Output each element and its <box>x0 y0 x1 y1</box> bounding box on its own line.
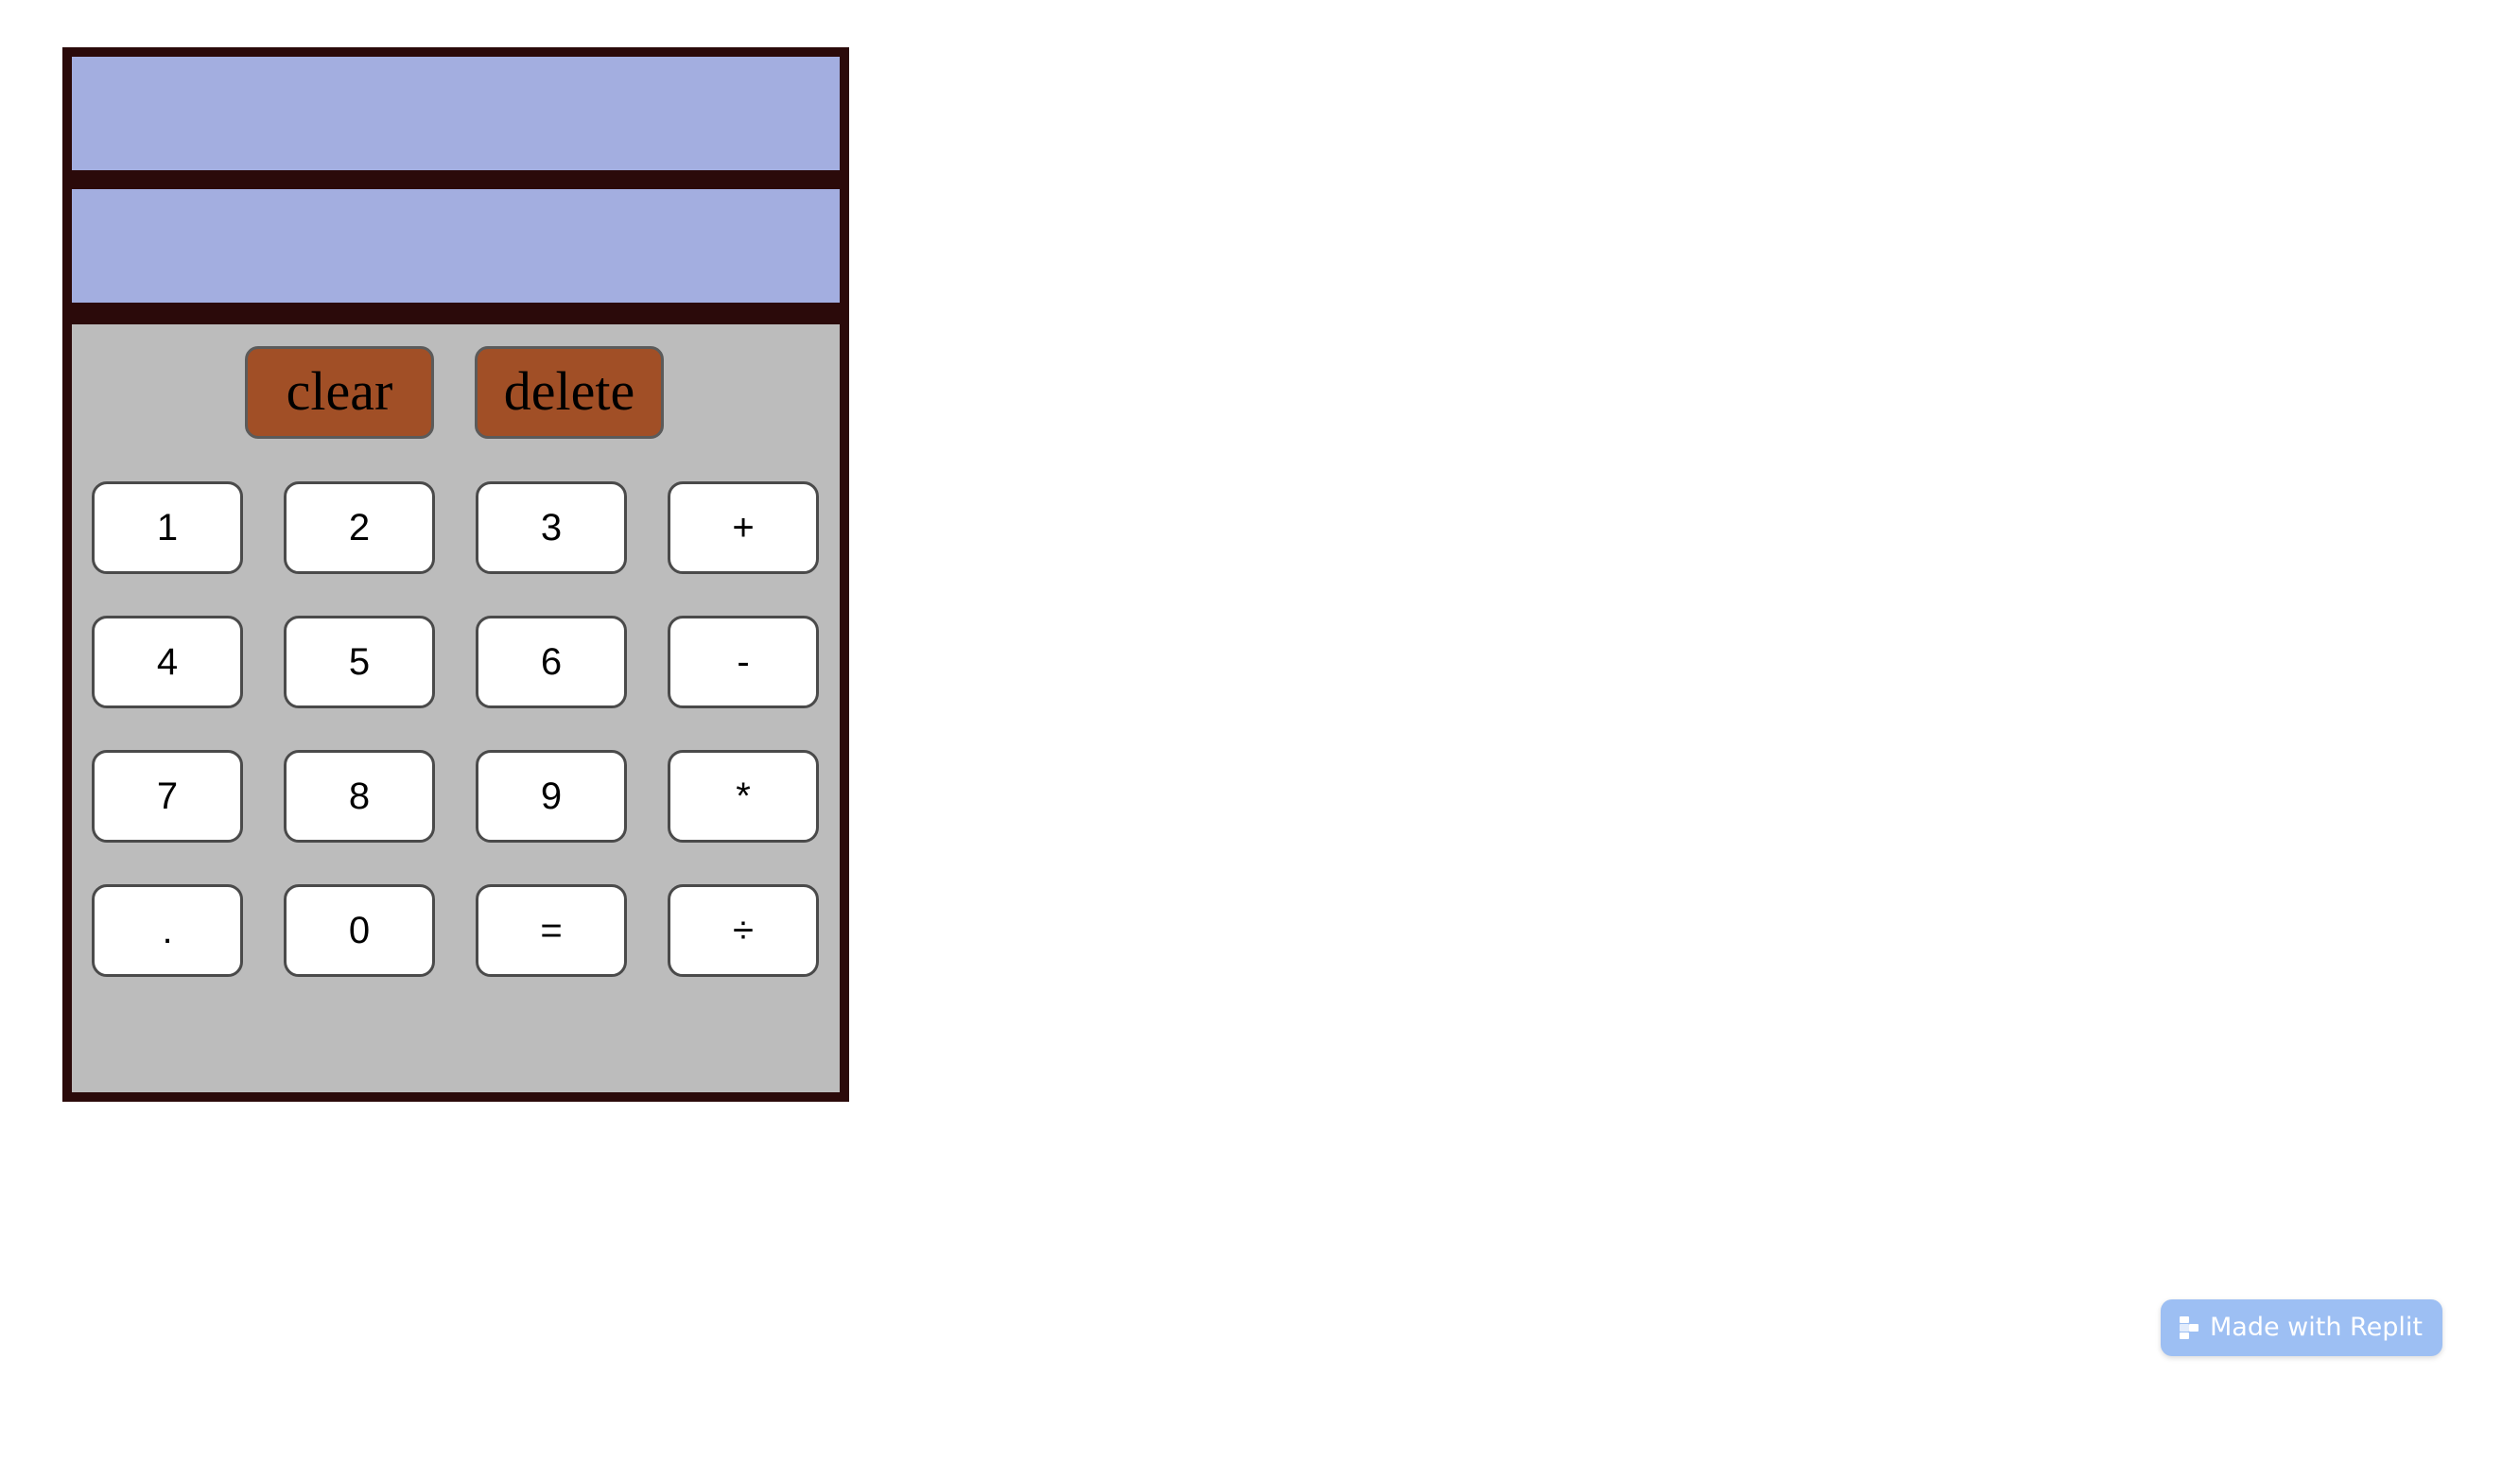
key-6[interactable]: 6 <box>476 616 627 708</box>
key-decimal[interactable]: . <box>92 884 243 977</box>
clear-button[interactable]: clear <box>245 346 434 439</box>
key-2[interactable]: 2 <box>284 481 435 574</box>
key-9[interactable]: 9 <box>476 750 627 843</box>
key-5[interactable]: 5 <box>284 616 435 708</box>
key-equals[interactable]: = <box>476 884 627 977</box>
key-0[interactable]: 0 <box>284 884 435 977</box>
key-multiply[interactable]: * <box>668 750 819 843</box>
made-with-replit-badge[interactable]: Made with Replit <box>2161 1299 2442 1356</box>
key-8[interactable]: 8 <box>284 750 435 843</box>
key-divide[interactable]: ÷ <box>668 884 819 977</box>
previous-operand-display <box>72 57 840 170</box>
keypad: clear delete 1 2 3 + 4 5 6 - 7 8 9 * . 0… <box>72 324 840 1092</box>
badge-label: Made with Replit <box>2210 1313 2423 1342</box>
key-minus[interactable]: - <box>668 616 819 708</box>
delete-button[interactable]: delete <box>475 346 664 439</box>
key-4[interactable]: 4 <box>92 616 243 708</box>
key-1[interactable]: 1 <box>92 481 243 574</box>
calculator: clear delete 1 2 3 + 4 5 6 - 7 8 9 * . 0… <box>62 47 849 1102</box>
key-7[interactable]: 7 <box>92 750 243 843</box>
key-plus[interactable]: + <box>668 481 819 574</box>
replit-logo-icon <box>2180 1316 2198 1339</box>
key-3[interactable]: 3 <box>476 481 627 574</box>
current-operand-display <box>72 189 840 303</box>
